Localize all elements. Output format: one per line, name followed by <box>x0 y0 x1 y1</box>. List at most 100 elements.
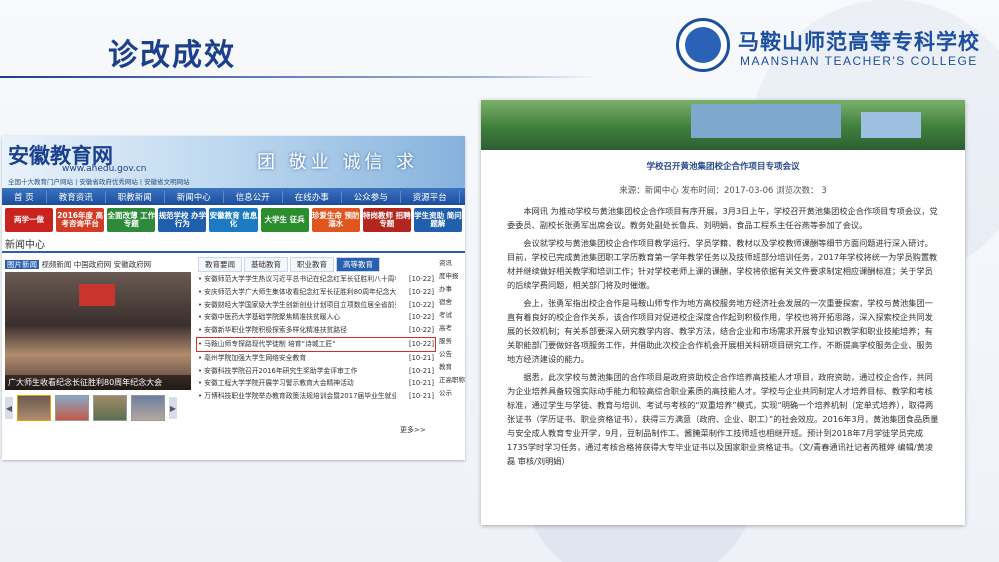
news-item-date: [10-21] <box>408 353 434 362</box>
college-name-cn: 马鞍山师范高等专科学校 <box>738 29 980 54</box>
nav-item[interactable]: 公众参与 <box>342 190 401 203</box>
ad-banner[interactable]: 珍爱生命 预防溺水 <box>311 208 360 232</box>
news-photo[interactable]: 广大师生收看纪念长征胜利80周年纪念大会 <box>5 272 191 390</box>
ahedu-header-links[interactable]: 全国十大教育门户网站 | 安徽省政府优秀网站 | 安徽省文明网站 <box>8 176 190 186</box>
news-item-title[interactable]: • 安徽中医药大学基础学院聚焦精准扶贫暖人心 <box>198 311 340 324</box>
news-item[interactable]: • 安徽科技学院召开2016年研究生奖助学金评审工作 [10-21] <box>198 365 434 378</box>
nav-item[interactable]: 信息公开 <box>224 190 283 203</box>
photo-tabs: 图片新闻 视频新闻 中国政府网 安徽政府网 <box>5 259 151 270</box>
ahedu-news-body: 图片新闻 视频新闻 中国政府网 安徽政府网 广大师生收看纪念长征胜利80周年纪念… <box>2 253 465 443</box>
news-item-date: [10-21] <box>408 366 434 375</box>
ad-banner[interactable]: 全面改薄 工作专题 <box>107 208 156 232</box>
photo-tab[interactable]: 安徽政府网 <box>114 260 152 269</box>
ad-banner[interactable]: 两学一做 <box>5 208 54 232</box>
news-item[interactable]: • 安徽师范大学学生热议习近平总书记在纪念红军长征胜利八十周年大会上讲话 [10-… <box>198 273 434 286</box>
news-item-date: [10-22] <box>408 275 434 283</box>
nav-item[interactable]: 在线办事 <box>283 190 342 203</box>
right-side-column: 资讯 度申报 办事 宿舍 考试 高考 服务 公告 教育 正高职称 公示 <box>439 257 465 400</box>
more-link[interactable]: 更多>> <box>400 425 426 435</box>
college-logo-icon <box>676 18 730 72</box>
thumbnail[interactable] <box>55 395 89 421</box>
news-item[interactable]: • 安徽财经大学国家级大学生创新创业计划项目立项数位居全省前列 [10-22] <box>198 299 434 312</box>
nav-item[interactable]: 新闻中心 <box>165 190 224 203</box>
nav-item[interactable]: 教育资讯 <box>47 190 106 203</box>
side-item[interactable]: 公示 <box>439 387 465 400</box>
thumbnail[interactable] <box>131 395 165 421</box>
campus-banner-image <box>481 100 965 150</box>
news-list: • 安徽师范大学学生热议习近平总书记在纪念红军长征胜利八十周年大会上讲话 [10-… <box>196 273 436 403</box>
news-item-date: [10-21] <box>408 379 434 388</box>
article-screenshot: 学校召开黄池集团校企合作项目专项会议 来源：新闻中心 发布时间：2017-03-… <box>481 100 965 525</box>
news-item-title[interactable]: • 马鞍山师专探路现代学徒制 培育“诗城工匠” <box>198 338 336 351</box>
news-item-date: [10-22] <box>408 339 434 348</box>
ad-banner[interactable]: 规范学校 办学行为 <box>158 208 207 232</box>
article-meta: 来源：新闻中心 发布时间：2017-03-06 浏览次数： 3 <box>619 186 827 196</box>
news-item-date: [10-21] <box>408 392 434 401</box>
nav-item[interactable]: 职教新闻 <box>106 190 165 203</box>
article-paragraph: 会议就学校与黄池集团校企合作项目教学运行、学员学籍、教材以及学校教师课酬等细节方… <box>507 238 938 290</box>
news-item-title[interactable]: • 亳州学院加强大学生网络安全教育 <box>198 352 306 365</box>
ad-banner[interactable]: 大学生 征兵 <box>260 208 309 232</box>
news-tab[interactable]: 高等教育 <box>336 257 380 272</box>
news-tab[interactable]: 教育要闻 <box>198 257 242 272</box>
news-item-date: [10-22] <box>408 287 434 296</box>
ahedu-nav: 首 页 教育资讯 职教新闻 新闻中心 信息公开 在线办事 公众参与 资源平台 <box>2 188 465 205</box>
news-item-title[interactable]: • 安庆师范大学广大师生集体收看纪念红军长征胜利80周年纪念大会 <box>198 286 396 299</box>
next-arrow-icon[interactable]: ▶ <box>169 397 177 419</box>
photo-tab[interactable]: 图片新闻 <box>5 260 39 269</box>
news-item-title[interactable]: • 安徽财经大学国家级大学生创新创业计划项目立项数位居全省前列 <box>198 299 396 312</box>
news-item-title[interactable]: • 安徽工程大学学院开展学习警示教育大会精神活动 <box>198 377 354 390</box>
side-item[interactable]: 资讯 <box>439 257 465 270</box>
photo-tab[interactable]: 视频新闻 <box>41 260 71 269</box>
ahedu-ad-strip: 两学一做 2016年度 高考咨询平台 全面改薄 工作专题 规范学校 办学行为 安徽教育 … <box>2 205 465 235</box>
side-item[interactable]: 宿舍 <box>439 296 465 309</box>
news-item[interactable]: • 安徽中医药大学基础学院聚焦精准扶贫暖人心 [10-22] <box>198 311 434 324</box>
news-item[interactable]: • 安徽工程大学学院开展学习警示教育大会精神活动 [10-21] <box>198 377 434 390</box>
news-item[interactable]: • 安徽新华职业学院积极探索多样化精准扶贫路径 [10-22] <box>198 324 434 337</box>
ad-banner[interactable]: 学生资助 简问题解 <box>413 208 462 232</box>
news-item-title[interactable]: • 万博科技职业学院举办教育政策法规培训会暨2017届毕业生就业工作会 <box>198 390 396 403</box>
side-item[interactable]: 度申报 <box>439 270 465 283</box>
prev-arrow-icon[interactable]: ◀ <box>5 397 13 419</box>
article-body: 本网讯 为推动学校与黄池集团校企合作项目有序开展，3月3日上午，学校召开黄池集团… <box>481 196 965 468</box>
news-tab[interactable]: 职业教育 <box>290 257 334 272</box>
side-item[interactable]: 教育 <box>439 361 465 374</box>
side-item[interactable]: 高考 <box>439 322 465 335</box>
article-paragraph: 本网讯 为推动学校与黄池集团校企合作项目有序开展，3月3日上午，学校召开黄池集团… <box>507 206 938 230</box>
side-item[interactable]: 服务 <box>439 335 465 348</box>
news-item[interactable]: • 亳州学院加强大学生网络安全教育 [10-21] <box>198 352 434 365</box>
ad-banner[interactable]: 2016年度 高考咨询平台 <box>56 208 105 232</box>
news-item-title[interactable]: • 安徽新华职业学院积极探索多样化精准扶贫路径 <box>198 324 347 337</box>
college-name-en: MAANSHAN TEACHER'S COLLEGE <box>740 54 978 68</box>
news-center-header: 新闻中心 <box>2 235 465 253</box>
ahedu-banner: 安徽教育网 www.ahedu.gov.cn 全国十大教育门户网站 | 安徽省政… <box>2 136 465 188</box>
news-item-date: [10-22] <box>408 326 434 335</box>
ahedu-screenshot: 安徽教育网 www.ahedu.gov.cn 全国十大教育门户网站 | 安徽省政… <box>2 136 465 460</box>
news-item[interactable]: • 万博科技职业学院举办教育政策法规培训会暨2017届毕业生就业工作会 [10-2… <box>198 390 434 403</box>
ad-banner[interactable]: 特岗教师 招聘专题 <box>362 208 411 232</box>
side-item[interactable]: 办事 <box>439 283 465 296</box>
nav-item[interactable]: 资源平台 <box>401 190 460 203</box>
news-tab[interactable]: 基础教育 <box>244 257 288 272</box>
thumbnail[interactable] <box>17 395 51 421</box>
news-item-date: [10-22] <box>408 300 434 309</box>
news-tabs: 教育要闻 基础教育 职业教育 高等教育 <box>198 257 380 272</box>
photo-tab[interactable]: 中国政府网 <box>74 260 112 269</box>
nav-item[interactable]: 首 页 <box>2 190 47 203</box>
news-item-title[interactable]: • 安徽科技学院召开2016年研究生奖助学金评审工作 <box>198 365 357 378</box>
side-item[interactable]: 公告 <box>439 348 465 361</box>
ad-banner[interactable]: 安徽教育 信息化 <box>209 208 258 232</box>
side-item[interactable]: 正高职称 <box>439 374 465 387</box>
article-paragraph: 据悉，此次学校与黄池集团的合作项目是政府资助校企合作培养高技能人才项目，政府资助… <box>507 372 939 466</box>
news-item[interactable]: • 安庆师范大学广大师生集体收看纪念红军长征胜利80周年纪念大会 [10-22] <box>198 286 434 299</box>
slide-title: 诊改成效 <box>108 38 236 73</box>
article-title: 学校召开黄池集团校企合作项目专项会议 <box>646 162 800 172</box>
thumbnail[interactable] <box>93 395 127 421</box>
side-item[interactable]: 考试 <box>439 309 465 322</box>
photo-screen <box>79 284 115 306</box>
ahedu-slogan: 团 敬业 诚信 求 <box>257 152 419 173</box>
highlighted-news-item[interactable]: • 马鞍山师专探路现代学徒制 培育“诗城工匠” [10-22] <box>196 336 436 352</box>
news-item-title[interactable]: • 安徽师范大学学生热议习近平总书记在纪念红军长征胜利八十周年大会上讲话 <box>198 273 396 286</box>
photo-thumbnails: ◀ ▶ <box>5 395 177 421</box>
photo-caption: 广大师生收看纪念长征胜利80周年纪念大会 <box>5 375 191 390</box>
